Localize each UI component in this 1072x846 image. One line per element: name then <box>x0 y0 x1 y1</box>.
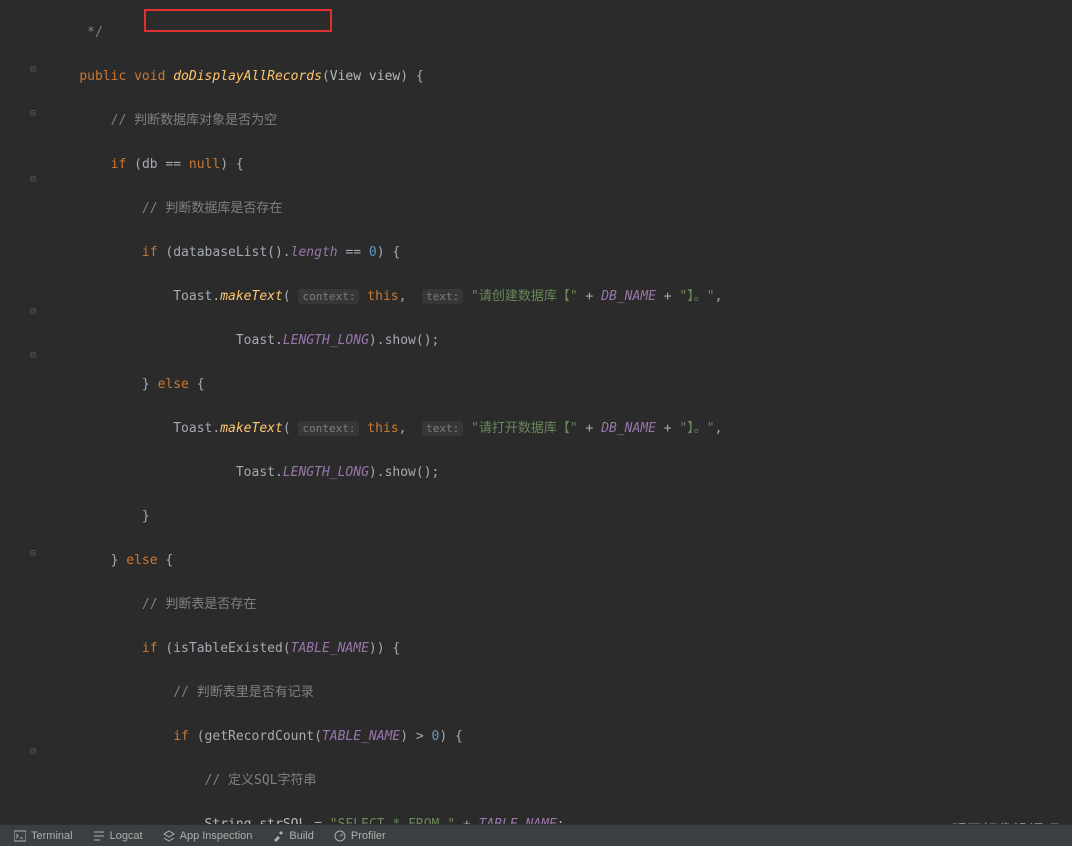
layers-icon <box>163 830 175 842</box>
status-label: Logcat <box>110 830 143 842</box>
status-label: Terminal <box>31 830 73 842</box>
comment-close: */ <box>87 25 103 40</box>
hammer-icon <box>272 830 284 842</box>
comment: // 判断表里是否有记录 <box>173 685 313 700</box>
terminal-tab[interactable]: Terminal <box>4 830 83 842</box>
terminal-icon <box>14 830 26 842</box>
status-label: App Inspection <box>180 830 253 842</box>
method-name: doDisplayAllRecords <box>173 69 322 84</box>
status-label: Profiler <box>351 830 386 842</box>
logcat-tab[interactable]: Logcat <box>83 830 153 842</box>
code-block: */ public void doDisplayAllRecords(View … <box>48 0 1072 824</box>
status-bar: Terminal Logcat App Inspection Build Pro… <box>0 824 1072 846</box>
method-param: View view <box>330 69 400 84</box>
build-tab[interactable]: Build <box>262 830 323 842</box>
app-inspection-tab[interactable]: App Inspection <box>153 830 263 842</box>
gutter: ⊟ ⊟ ⊟ ⊟ ⊟ ⊟ ⊟ <box>0 0 44 824</box>
status-label: Build <box>289 830 313 842</box>
comment: // 定义SQL字符串 <box>205 773 317 788</box>
code-editor[interactable]: ⊟ ⊟ ⊟ ⊟ ⊟ ⊟ ⊟ */ public void doDisplayAl… <box>0 0 1072 824</box>
profiler-tab[interactable]: Profiler <box>324 830 396 842</box>
logcat-icon <box>93 830 105 842</box>
comment: // 判断数据库是否存在 <box>142 201 282 216</box>
gauge-icon <box>334 830 346 842</box>
comment: // 判断数据库对象是否为空 <box>111 113 277 128</box>
comment: // 判断表是否存在 <box>142 597 256 612</box>
method-mods: public void <box>79 69 165 84</box>
